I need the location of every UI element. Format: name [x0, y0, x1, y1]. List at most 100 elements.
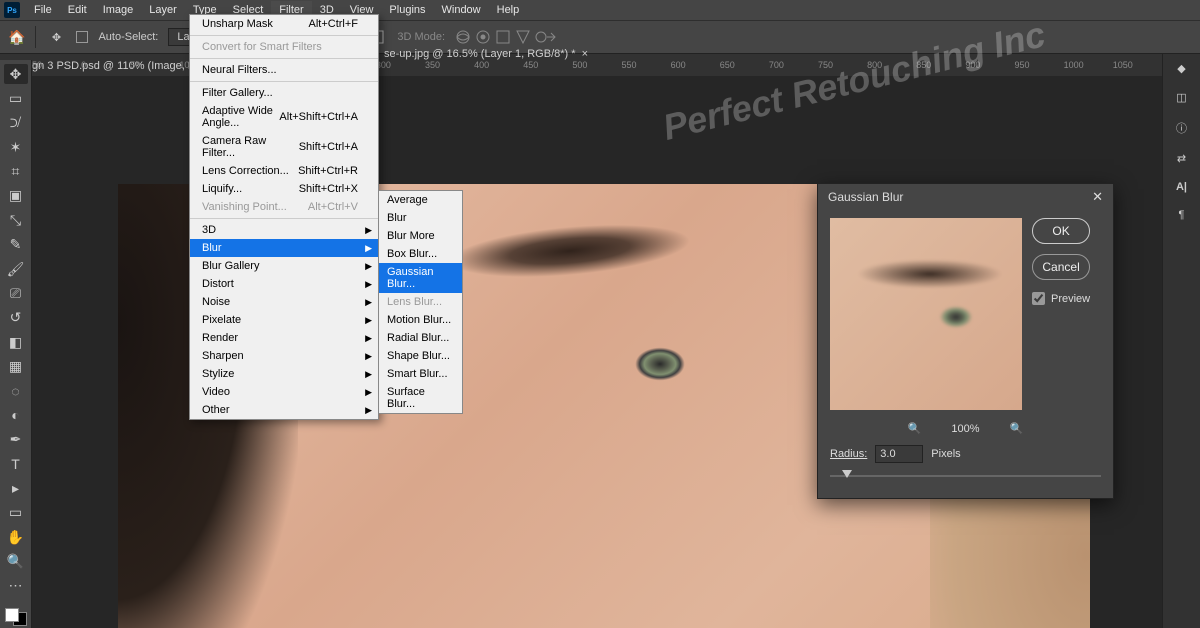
- filter-menu-item[interactable]: Blur▶: [190, 239, 378, 257]
- blur-submenu-item[interactable]: Average: [379, 191, 462, 209]
- mode3d-controls[interactable]: [455, 27, 565, 47]
- blur-submenu-item[interactable]: Radial Blur...: [379, 329, 462, 347]
- filter-menu-item[interactable]: Blur Gallery▶: [190, 257, 378, 275]
- filter-menu-item[interactable]: Liquify...Shift+Ctrl+X: [190, 180, 378, 198]
- preview-checkbox-row[interactable]: Preview: [1032, 292, 1090, 305]
- filter-menu-item[interactable]: Distort▶: [190, 275, 378, 293]
- blur-submenu-item[interactable]: Shape Blur...: [379, 347, 462, 365]
- color-panel-icon[interactable]: ◆: [1177, 62, 1185, 75]
- magic-wand-tool[interactable]: ✶: [4, 137, 28, 157]
- filter-menu-item[interactable]: Unsharp MaskAlt+Ctrl+F: [190, 15, 378, 33]
- zoom-tool[interactable]: 🔍: [4, 551, 28, 571]
- brush-tool[interactable]: 🖌: [4, 259, 28, 279]
- shape-tool[interactable]: ▭: [4, 502, 28, 522]
- radius-input[interactable]: [875, 445, 923, 463]
- ruler-mark: 300: [376, 60, 425, 70]
- swatches-panel-icon[interactable]: ◫: [1176, 91, 1186, 104]
- paragraph-panel-icon[interactable]: ¶: [1179, 209, 1185, 221]
- clone-stamp-tool[interactable]: ⎚: [4, 283, 28, 303]
- gaussian-blur-dialog: Gaussian Blur ✕ OK Cancel Preview 🔍 100%…: [817, 183, 1114, 499]
- hand-tool[interactable]: ✋: [4, 527, 28, 547]
- app-icon: Ps: [4, 2, 20, 18]
- move-tool-indicator: ✥: [46, 27, 66, 47]
- menu-plugins[interactable]: Plugins: [381, 1, 433, 19]
- move-tool[interactable]: ✥: [4, 64, 28, 84]
- filter-menu-item[interactable]: Adaptive Wide Angle...Alt+Shift+Ctrl+A: [190, 102, 378, 132]
- menu-layer[interactable]: Layer: [141, 1, 185, 19]
- tab-close-icon[interactable]: ×: [582, 48, 588, 60]
- ruler-mark: 350: [425, 60, 474, 70]
- filter-menu-item[interactable]: Filter Gallery...: [190, 84, 378, 102]
- filter-menu-item[interactable]: Render▶: [190, 329, 378, 347]
- filter-menu-item[interactable]: Stylize▶: [190, 365, 378, 383]
- ruler-mark: 450: [523, 60, 572, 70]
- auto-select-checkbox[interactable]: [76, 31, 88, 43]
- preview-checkbox[interactable]: [1032, 292, 1045, 305]
- adjustments-panel-icon[interactable]: ⇄: [1177, 152, 1186, 165]
- blur-submenu-item[interactable]: Blur: [379, 209, 462, 227]
- dialog-preview[interactable]: [830, 218, 1022, 410]
- filter-menu-item[interactable]: Pixelate▶: [190, 311, 378, 329]
- blur-submenu-item[interactable]: Blur More: [379, 227, 462, 245]
- marquee-tool[interactable]: ▭: [4, 88, 28, 108]
- ruler-mark: 400: [474, 60, 523, 70]
- preview-label: Preview: [1051, 293, 1090, 305]
- ruler-mark: 950: [1015, 60, 1064, 70]
- lasso-tool[interactable]: ⟉: [4, 113, 28, 133]
- ruler-mark: 1050: [1113, 60, 1162, 70]
- type-tool[interactable]: T: [4, 454, 28, 474]
- blur-submenu-item[interactable]: Motion Blur...: [379, 311, 462, 329]
- filter-menu-item[interactable]: 3D▶: [190, 221, 378, 239]
- crop-tool[interactable]: ⌗: [4, 161, 28, 181]
- ruler-mark: 650: [720, 60, 769, 70]
- blur-submenu-item[interactable]: Surface Blur...: [379, 383, 462, 413]
- ok-button[interactable]: OK: [1032, 218, 1090, 244]
- pen-tool[interactable]: ✒: [4, 429, 28, 449]
- path-select-tool[interactable]: ▸: [4, 478, 28, 498]
- blur-submenu-item[interactable]: Box Blur...: [379, 245, 462, 263]
- filter-menu-item[interactable]: Video▶: [190, 383, 378, 401]
- history-brush-tool[interactable]: ↺: [4, 308, 28, 328]
- cancel-button[interactable]: Cancel: [1032, 254, 1090, 280]
- zoom-out-icon[interactable]: 🔍: [908, 422, 922, 435]
- right-panel-collapsed: ◆ ◫ ⓘ ⇄ A| ¶: [1162, 54, 1200, 628]
- menu-help[interactable]: Help: [489, 1, 528, 19]
- ruler-mark: 700: [769, 60, 818, 70]
- eyedropper-tool[interactable]: ⤡: [4, 210, 28, 230]
- ruler-mark: 600: [671, 60, 720, 70]
- dodge-tool[interactable]: ◐: [4, 405, 28, 425]
- menu-window[interactable]: Window: [434, 1, 489, 19]
- info-panel-icon[interactable]: ⓘ: [1176, 120, 1187, 136]
- menu-image[interactable]: Image: [95, 1, 142, 19]
- filter-menu-item[interactable]: Sharpen▶: [190, 347, 378, 365]
- blur-submenu-item[interactable]: Gaussian Blur...: [379, 263, 462, 293]
- filter-menu-item[interactable]: Other▶: [190, 401, 378, 419]
- filter-menu: Unsharp MaskAlt+Ctrl+F Convert for Smart …: [189, 14, 379, 420]
- filter-menu-item[interactable]: Lens Correction...Shift+Ctrl+R: [190, 162, 378, 180]
- eraser-tool[interactable]: ◧: [4, 332, 28, 352]
- filter-menu-item[interactable]: Camera Raw Filter...Shift+Ctrl+A: [190, 132, 378, 162]
- ruler-mark: 50: [130, 60, 179, 70]
- color-swatches[interactable]: [3, 606, 29, 628]
- filter-menu-item[interactable]: Noise▶: [190, 293, 378, 311]
- frame-tool[interactable]: ▣: [4, 186, 28, 206]
- blur-submenu-item: Lens Blur...: [379, 293, 462, 311]
- blur-tool[interactable]: ◌: [4, 381, 28, 401]
- toolbox-more[interactable]: ⋯: [4, 576, 28, 596]
- character-panel-icon[interactable]: A|: [1176, 181, 1187, 193]
- tab-document-1[interactable]: se-up.jpg @ 16.5% (Layer 1, RGB/8*) * ×: [384, 48, 588, 60]
- radius-label: Radius:: [830, 448, 867, 460]
- close-icon[interactable]: ✕: [1092, 189, 1103, 205]
- radius-unit: Pixels: [931, 448, 960, 460]
- home-icon[interactable]: 🏠: [8, 29, 25, 46]
- filter-menu-item[interactable]: Neural Filters...: [190, 61, 378, 79]
- blur-submenu-item[interactable]: Smart Blur...: [379, 365, 462, 383]
- filter-menu-item: Vanishing Point...Alt+Ctrl+V: [190, 198, 378, 216]
- healing-brush-tool[interactable]: ✎: [4, 235, 28, 255]
- filter-menu-item: Convert for Smart Filters: [190, 38, 378, 56]
- radius-slider[interactable]: [830, 469, 1101, 483]
- zoom-in-icon[interactable]: 🔍: [1010, 422, 1024, 435]
- menu-edit[interactable]: Edit: [60, 1, 95, 19]
- menu-file[interactable]: File: [26, 1, 60, 19]
- gradient-tool[interactable]: ▦: [4, 356, 28, 376]
